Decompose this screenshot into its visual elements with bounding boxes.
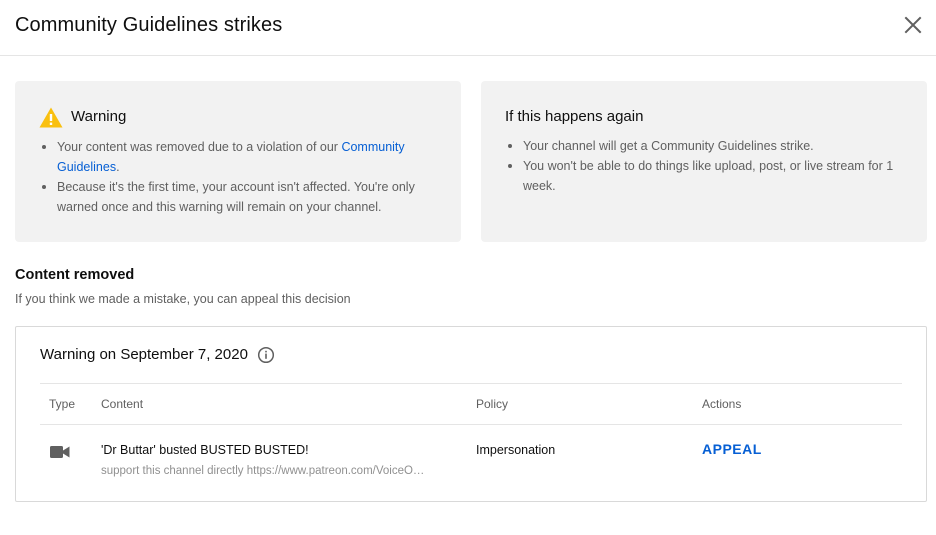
info-icon[interactable] [257, 346, 275, 364]
video-camera-icon [50, 446, 70, 458]
happens-again-bullets: Your channel will get a Community Guidel… [505, 136, 905, 196]
warning-bullet-suffix: . [116, 160, 120, 174]
warning-panel: Warning Your content was removed due to … [15, 81, 461, 242]
warning-card-title: Warning on September 7, 2020 [40, 346, 248, 363]
warning-card: Warning on September 7, 2020 Type Conten… [15, 326, 927, 502]
column-header-policy: Policy [476, 397, 509, 411]
warning-bullet-removed: Your content was removed due to a violat… [39, 137, 439, 177]
warning-heading: Warning [71, 108, 127, 125]
happens-again-bullet: You won't be able to do things like uplo… [505, 156, 905, 196]
appeal-button[interactable]: APPEAL [702, 441, 762, 457]
dialog-title: Community Guidelines strikes [15, 14, 283, 36]
column-header-actions: Actions [702, 397, 742, 411]
dialog-header: Community Guidelines strikes [0, 0, 936, 56]
close-button[interactable] [902, 14, 924, 36]
close-icon [904, 16, 922, 34]
warning-bullets: Your content was removed due to a violat… [39, 137, 439, 217]
policy-value: Impersonation [476, 443, 556, 457]
content-removed-subtitle: If you think we made a mistake, you can … [15, 292, 351, 306]
content-removed-title: Content removed [15, 267, 135, 283]
divider [40, 383, 902, 384]
divider [40, 424, 902, 425]
warning-triangle-icon [39, 107, 63, 128]
content-description: support this channel directly https://ww… [101, 465, 425, 477]
column-header-content: Content [101, 397, 144, 411]
warning-bullet-first-time: Because it's the first time, your accoun… [39, 177, 439, 217]
happens-again-heading: If this happens again [505, 108, 644, 125]
warning-bullet-text: Your content was removed due to a violat… [57, 140, 342, 154]
happens-again-bullet: Your channel will get a Community Guidel… [505, 136, 905, 156]
column-header-type: Type [49, 397, 76, 411]
content-title[interactable]: 'Dr Buttar' busted BUSTED BUSTED! [101, 443, 309, 457]
happens-again-panel: If this happens again Your channel will … [481, 81, 927, 242]
